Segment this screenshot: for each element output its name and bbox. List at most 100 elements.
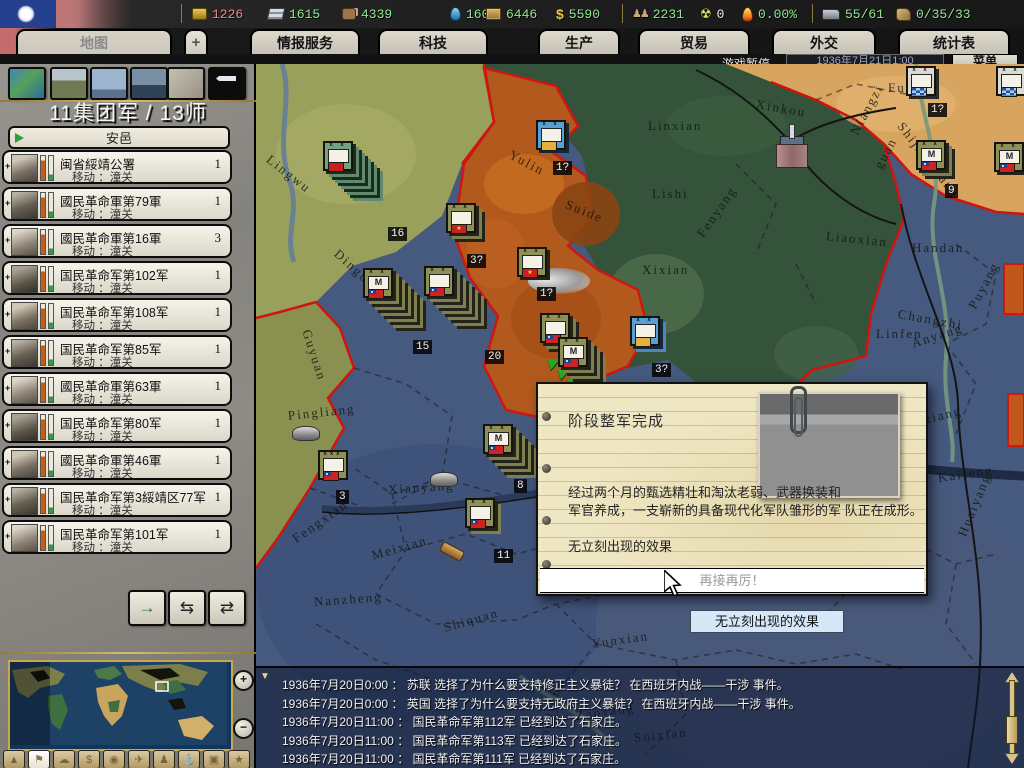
- land-units-button[interactable]: [50, 67, 88, 100]
- oil-icon: [450, 7, 461, 21]
- divisions-button[interactable]: [167, 67, 205, 100]
- tab-diplomacy[interactable]: 外交: [772, 29, 876, 54]
- expand-icon[interactable]: +: [5, 198, 10, 208]
- unit-row[interactable]: +国民革命军第3綏靖区77军移动 ：潼关1: [2, 483, 232, 517]
- unit-row[interactable]: +國民革命軍第46軍移动 ：潼关1: [2, 446, 232, 480]
- air-units-button[interactable]: [90, 67, 128, 100]
- unit-counter[interactable]: x xM: [558, 337, 588, 367]
- expand-icon[interactable]: +: [5, 457, 10, 467]
- expand-icon[interactable]: +: [5, 494, 10, 504]
- log-scrollbar[interactable]: [1004, 672, 1018, 764]
- air-mapmode-button[interactable]: ✈: [128, 750, 150, 768]
- tab-trade[interactable]: 贸易: [638, 29, 750, 54]
- divider: [181, 4, 182, 23]
- tab-production[interactable]: 生产: [538, 29, 620, 54]
- pan-mode-tab[interactable]: +: [184, 29, 208, 54]
- expand-icon[interactable]: +: [5, 235, 10, 245]
- strength-bar: [40, 488, 46, 514]
- army-mapmode-button[interactable]: ♟: [153, 750, 175, 768]
- unit-row[interactable]: +國民革命軍第16軍移动 ：潼关3: [2, 224, 232, 258]
- scroll-thumb[interactable]: [1006, 716, 1018, 744]
- tab-technology[interactable]: 科技: [378, 29, 488, 54]
- victory-mapmode-button[interactable]: ★: [228, 750, 250, 768]
- unit-symbol-inf: [545, 321, 566, 335]
- unit-size-marker: x x: [560, 338, 586, 344]
- unit-counter[interactable]: x x: [630, 316, 660, 346]
- region-orange-east-1[interactable]: [1004, 264, 1024, 314]
- minimap[interactable]: [8, 660, 233, 751]
- merge-units-button[interactable]: ⇆: [168, 590, 206, 626]
- tab-trade-label: 贸易: [680, 33, 708, 53]
- expand-icon[interactable]: +: [5, 383, 10, 393]
- naval-mapmode-button[interactable]: ⚓: [178, 750, 200, 768]
- unit-counter[interactable]: xxx: [318, 450, 348, 480]
- tab-technology-label: 科技: [419, 33, 447, 53]
- unit-counter[interactable]: x xM: [916, 140, 946, 170]
- unit-counter[interactable]: x x: [424, 266, 454, 296]
- scroll-down-icon[interactable]: [1005, 753, 1019, 764]
- organization-bar: [48, 192, 54, 218]
- map-mode-row: ▲⚑☁$◉✈♟⚓▣★: [3, 750, 255, 768]
- log-timestamp: 1936年7月20日0:00 ：: [282, 697, 407, 711]
- move-order-button[interactable]: →: [128, 590, 166, 626]
- tab-statistics[interactable]: 统计表: [898, 29, 1010, 54]
- minimap-zoom-in-button[interactable]: +: [233, 670, 254, 691]
- unit-counter[interactable]: x x: [323, 141, 353, 171]
- unit-row[interactable]: +國民革命軍第79軍移动 ：潼关1: [2, 187, 232, 221]
- unit-counter[interactable]: x xM: [363, 268, 393, 298]
- organization-bar: [48, 451, 54, 477]
- unit-row[interactable]: +闽省綏靖公署移动 ：潼关1: [2, 150, 232, 184]
- strength-bar: [40, 451, 46, 477]
- log-timestamp: 1936年7月20日11:00 ：: [282, 734, 413, 748]
- unit-status: 移动 ：潼关: [72, 354, 133, 370]
- political-mapmode-button[interactable]: ⚑: [28, 750, 50, 768]
- unit-row[interactable]: +国民革命军第102军移动 ：潼关1: [2, 261, 232, 295]
- event-ok-button[interactable]: 再接再厉！: [540, 568, 924, 593]
- unit-counter[interactable]: x xM: [483, 424, 513, 454]
- unit-row[interactable]: +国民革命军第108军移动 ：潼关1: [2, 298, 232, 332]
- expand-icon[interactable]: +: [5, 309, 10, 319]
- resource-metal: 1615: [268, 5, 320, 23]
- expand-icon[interactable]: +: [5, 272, 10, 282]
- economy-mapmode-button[interactable]: $: [78, 750, 100, 768]
- unit-size-marker: x x: [325, 142, 351, 148]
- unit-counter[interactable]: x x★: [446, 203, 476, 233]
- flag-roc-icon: [488, 445, 504, 455]
- expand-icon[interactable]: +: [5, 346, 10, 356]
- unit-counter[interactable]: x x: [465, 498, 495, 528]
- expand-icon[interactable]: +: [5, 161, 10, 171]
- brigades-icon: [896, 8, 911, 21]
- reorganize-units-button[interactable]: ⇄: [208, 590, 246, 626]
- log-collapse-toggle[interactable]: ▼: [260, 671, 270, 682]
- map-mode-button[interactable]: [8, 67, 46, 100]
- province-selector[interactable]: 安邑: [8, 126, 230, 149]
- rare-materials-icon: [342, 8, 356, 20]
- unit-row[interactable]: +国民革命军第85军移动 ：潼关1: [2, 335, 232, 369]
- terrain-mapmode-button[interactable]: ▲: [3, 750, 25, 768]
- unit-counter[interactable]: x x: [536, 120, 566, 150]
- resources-mapmode-button[interactable]: ◉: [103, 750, 125, 768]
- expand-icon[interactable]: +: [5, 531, 10, 541]
- divider: [812, 4, 813, 23]
- weather-mapmode-button[interactable]: ☁: [53, 750, 75, 768]
- strength-bar: [40, 303, 46, 329]
- tab-map[interactable]: 地图: [16, 29, 172, 54]
- unit-counter[interactable]: x x: [996, 66, 1024, 96]
- minimap-zoom-out-button[interactable]: −: [233, 718, 254, 739]
- unit-symbol-mil: M: [999, 150, 1020, 164]
- expand-icon[interactable]: +: [5, 420, 10, 430]
- supply-mapmode-button[interactable]: ▣: [203, 750, 225, 768]
- unit-row[interactable]: +国民革命军第101军移动 ：潼关1: [2, 520, 232, 554]
- divider: [622, 4, 623, 23]
- tab-intelligence[interactable]: 情报服务: [250, 29, 360, 54]
- unit-counter[interactable]: x x: [906, 66, 936, 96]
- unit-counter[interactable]: x x★: [517, 247, 547, 277]
- unit-row[interactable]: +国民革命军第80军移动 ：潼关1: [2, 409, 232, 443]
- unit-row[interactable]: +國民革命軍第63軍移动 ：潼关1: [2, 372, 232, 406]
- naval-units-button[interactable]: [130, 67, 168, 100]
- main-tabs: 地图 + 情报服务 科技 生产 贸易 外交 统计表: [0, 28, 1024, 56]
- amphibious-button[interactable]: [208, 67, 246, 100]
- unit-counter[interactable]: x xM: [994, 142, 1024, 172]
- region-orange-east-2[interactable]: [1008, 394, 1024, 446]
- flag-roc-icon: [368, 289, 384, 299]
